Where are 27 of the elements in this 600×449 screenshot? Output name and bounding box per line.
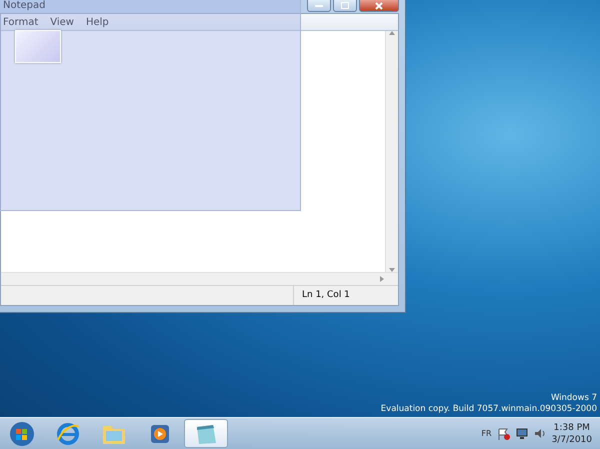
horizontal-scrollbar[interactable] — [1, 272, 398, 285]
play-icon — [150, 424, 170, 444]
menu-item[interactable]: Help — [86, 16, 109, 28]
build-label: Evaluation copy. Build 7057.winmain.090305-2000 — [380, 404, 597, 415]
window-thumbnail — [15, 30, 61, 63]
edition-label: Windows 7 — [550, 393, 597, 404]
vertical-scrollbar[interactable] — [385, 31, 398, 272]
speaker-icon[interactable] — [534, 428, 546, 439]
scroll-right-icon — [380, 276, 384, 282]
maximize-icon — [341, 2, 349, 9]
network-icon[interactable] — [516, 428, 528, 439]
maximize-button[interactable] — [333, 0, 357, 12]
cursor-position: Ln 1, Col 1 — [301, 289, 351, 302]
start-orb-icon — [9, 420, 35, 446]
menu-item[interactable]: View — [50, 16, 74, 28]
flag-icon[interactable] — [498, 428, 510, 440]
browser-e-icon — [56, 422, 80, 446]
clock[interactable]: 1:38 PM 3/7/2010 — [552, 422, 592, 446]
taskbar-app-button[interactable] — [184, 419, 228, 448]
menu-item[interactable]: Format — [3, 16, 38, 28]
close-button[interactable] — [359, 0, 399, 12]
language-indicator[interactable]: FR — [481, 429, 492, 438]
minimize-button[interactable] — [307, 0, 331, 12]
notepad-icon — [194, 422, 218, 444]
close-icon — [375, 2, 383, 10]
window-title: Notepad — [2, 0, 46, 12]
minimize-icon — [315, 4, 323, 7]
